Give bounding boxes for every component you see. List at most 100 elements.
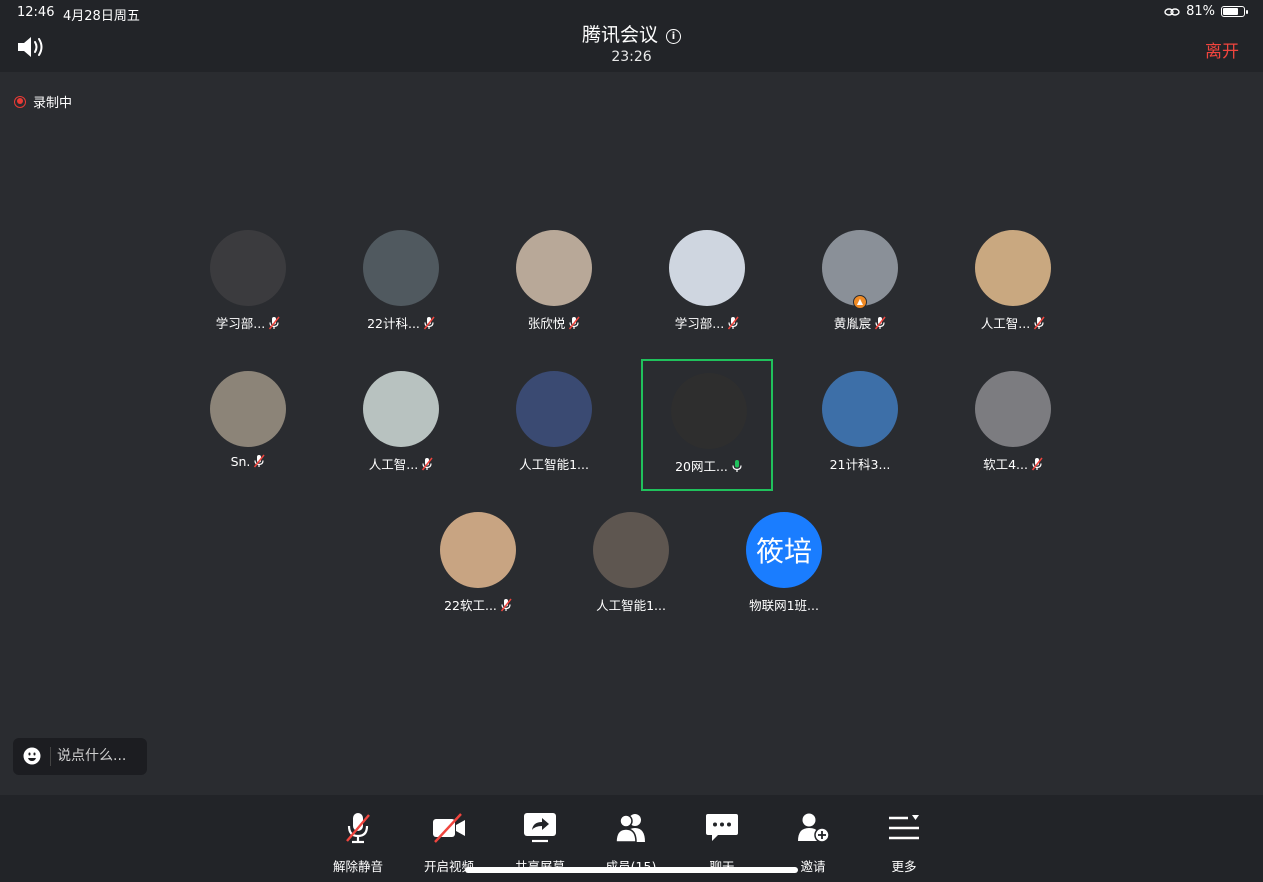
participant-name: Sn. — [182, 454, 314, 469]
participant-avatar — [822, 371, 898, 447]
battery-percent: 81% — [1186, 4, 1215, 19]
participant-name-text: 黄胤宸 — [833, 316, 872, 331]
leave-button[interactable]: 离开 — [1205, 37, 1239, 62]
participant-name-text: 人工智能1... — [519, 457, 589, 472]
participant-tile[interactable]: Sn. — [182, 359, 314, 491]
participant-tile[interactable]: 22软工... — [412, 500, 544, 632]
more-label: 更多 — [891, 859, 917, 874]
participant-tile[interactable]: 人工智能1... — [565, 500, 697, 632]
participant-avatar — [210, 230, 286, 306]
participant-tile[interactable]: 人工智... — [335, 359, 467, 491]
start-video-button[interactable]: 开启视频 — [404, 809, 494, 874]
participant-name: 物联网1班... — [718, 595, 850, 614]
mic-muted-icon — [420, 316, 435, 331]
participant-avatar — [516, 230, 592, 306]
mic-muted-icon — [1030, 316, 1045, 331]
mic-muted-icon — [1028, 457, 1043, 472]
mic-muted-icon — [265, 316, 280, 331]
meeting-timer: 23:26 — [611, 49, 652, 65]
participant-avatar — [669, 230, 745, 306]
members-icon — [615, 814, 645, 843]
recording-indicator: 录制中 — [14, 92, 72, 111]
mic-muted-icon — [724, 316, 739, 331]
participant-name-text: 人工智... — [368, 457, 419, 472]
status-time: 12:46 — [17, 5, 55, 20]
home-indicator[interactable] — [465, 867, 798, 873]
participant-avatar — [210, 371, 286, 447]
battery-icon — [1221, 6, 1248, 17]
participant-name: 22软工... — [412, 595, 544, 614]
participant-name-text: 20网工... — [675, 459, 728, 474]
participant-avatar — [593, 512, 669, 588]
status-date: 4月28日周五 — [63, 9, 140, 24]
participant-name-text: 21计科3... — [829, 457, 891, 472]
participant-tile[interactable]: 学习部... — [182, 218, 314, 350]
participant-name: 20网工... — [643, 456, 775, 475]
participant-tile[interactable]: 学习部... — [641, 218, 773, 350]
status-right: 81% — [1164, 4, 1248, 19]
share-screen-icon — [524, 813, 556, 843]
avatar-initials: 筱培 — [755, 535, 812, 568]
more-button[interactable]: 更多 — [859, 809, 949, 874]
participant-avatar — [975, 371, 1051, 447]
chat-input[interactable] — [57, 742, 143, 770]
participant-tile[interactable]: 筱培物联网1班... — [718, 500, 850, 632]
members-button[interactable]: 成员(15) — [586, 809, 676, 874]
participant-tile[interactable]: ▲ 黄胤宸 — [794, 218, 926, 350]
participant-name: 人工智... — [947, 313, 1079, 332]
mic-active-icon — [728, 459, 743, 474]
recording-dot-icon — [14, 95, 26, 108]
meeting-title: 腾讯会议 — [581, 24, 658, 46]
emoji-icon[interactable] — [23, 747, 41, 765]
info-icon[interactable]: i — [666, 29, 681, 44]
mic-muted-icon — [871, 316, 886, 331]
share-screen-button[interactable]: 共享屏幕 — [495, 809, 585, 874]
participant-name-text: 物联网1班... — [749, 598, 819, 613]
participant-tile[interactable]: 20网工... — [641, 359, 773, 491]
mic-muted-icon — [346, 813, 370, 844]
participant-tile[interactable]: 人工智... — [947, 218, 1079, 350]
participant-name-text: 张欣悦 — [527, 316, 566, 331]
participant-name-text: Sn. — [230, 454, 251, 469]
participant-name: 张欣悦 — [488, 313, 620, 332]
chat-separator — [50, 747, 51, 766]
participant-tile[interactable]: 软工4... — [947, 359, 1079, 491]
participant-name: 学习部... — [182, 313, 314, 332]
participant-tile[interactable]: 张欣悦 — [488, 218, 620, 350]
more-menu-icon — [889, 815, 919, 840]
invite-button[interactable]: 邀请 — [768, 809, 858, 874]
battery-fill — [1223, 8, 1238, 15]
participant-avatar — [516, 371, 592, 447]
participant-name-text: 学习部... — [215, 316, 266, 331]
participant-name-text: 人工智能1... — [596, 598, 666, 613]
participant-name: 21计科3... — [794, 454, 926, 473]
meeting-title-area: 腾讯会议 i 23:26 — [0, 20, 1263, 65]
chat-input-box[interactable] — [13, 738, 147, 775]
mic-muted-icon — [418, 457, 433, 472]
participant-name-text: 软工4... — [983, 457, 1028, 472]
chat-button[interactable]: 聊天 — [677, 809, 767, 874]
mic-muted-icon — [565, 316, 580, 331]
participant-name-text: 人工智... — [980, 316, 1031, 331]
participant-avatar — [975, 230, 1051, 306]
participant-name: 人工智... — [335, 454, 467, 473]
participant-avatar — [363, 230, 439, 306]
link-icon — [1164, 7, 1180, 16]
participant-name: 人工智能1... — [488, 454, 620, 473]
participant-tile[interactable]: 21计科3... — [794, 359, 926, 491]
participant-name-text: 学习部... — [674, 316, 725, 331]
unmute-button[interactable]: 解除静音 — [313, 809, 403, 874]
mic-muted-icon — [250, 454, 266, 469]
status-bar: 12:46 4月28日周五 81% — [0, 0, 1263, 24]
invite-user-icon — [798, 813, 830, 843]
participant-avatar: 筱培 — [746, 512, 822, 588]
mic-muted-icon — [497, 598, 512, 613]
participant-tile[interactable]: 人工智能1... — [488, 359, 620, 491]
participant-avatar — [363, 371, 439, 447]
participant-name: 人工智能1... — [565, 595, 697, 614]
participant-tile[interactable]: 22计科... — [335, 218, 467, 350]
participant-name-text: 22软工... — [444, 598, 497, 613]
participant-name: 黄胤宸 — [794, 313, 926, 332]
unmute-label: 解除静音 — [332, 859, 383, 874]
participant-avatar — [671, 373, 747, 449]
